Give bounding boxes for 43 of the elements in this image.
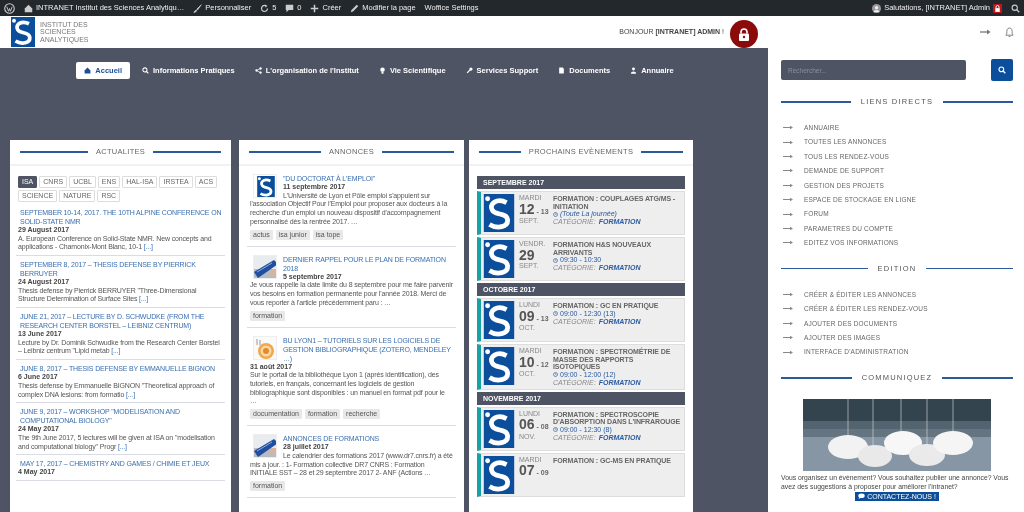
- day-number: 29: [519, 247, 535, 262]
- day-number: 07: [519, 463, 535, 478]
- lock-icon: [993, 3, 1002, 13]
- clock-icon: [553, 372, 558, 378]
- clock-icon: [553, 211, 558, 217]
- plus-icon[interactable]: [310, 3, 320, 13]
- arrow-right-icon[interactable]: [980, 28, 991, 36]
- lightbulb-icon: [378, 67, 386, 75]
- clock-icon: [553, 311, 558, 317]
- bell-icon[interactable]: [1005, 26, 1014, 38]
- search-button[interactable]: [991, 59, 1013, 81]
- day-number: 10: [519, 354, 535, 369]
- person-icon: [630, 67, 638, 75]
- comment-icon[interactable]: [285, 3, 295, 13]
- logo-icon: [483, 240, 515, 278]
- pencil-icon[interactable]: [350, 3, 360, 13]
- lock-icon: [738, 27, 750, 41]
- brush-icon[interactable]: [193, 3, 203, 13]
- chat-icon: [858, 493, 866, 500]
- wordpress-icon[interactable]: [4, 2, 15, 14]
- logo-icon: [10, 17, 36, 47]
- day-number: 09: [519, 308, 535, 323]
- refresh-icon[interactable]: [260, 3, 270, 13]
- avatar-icon: [872, 3, 882, 13]
- search-icon: [142, 67, 150, 75]
- wrench-icon: [465, 67, 473, 75]
- day-number: 06: [519, 417, 535, 432]
- clock-icon: [553, 257, 558, 263]
- day-number: 12: [519, 201, 535, 216]
- logo-icon: [483, 301, 515, 339]
- logo-icon: [483, 455, 515, 494]
- logo-icon: [255, 176, 276, 197]
- lock-button[interactable]: [730, 20, 758, 48]
- clock-icon: [553, 427, 558, 433]
- home-icon[interactable]: [24, 3, 33, 13]
- search-icon[interactable]: [1011, 3, 1020, 13]
- share-icon: [254, 67, 262, 75]
- logo-icon: [483, 194, 515, 232]
- logo-icon: [483, 347, 515, 385]
- document-icon: [558, 67, 566, 75]
- search-icon: [998, 66, 1006, 74]
- logo-icon: [483, 409, 515, 448]
- home-icon: [84, 67, 92, 75]
